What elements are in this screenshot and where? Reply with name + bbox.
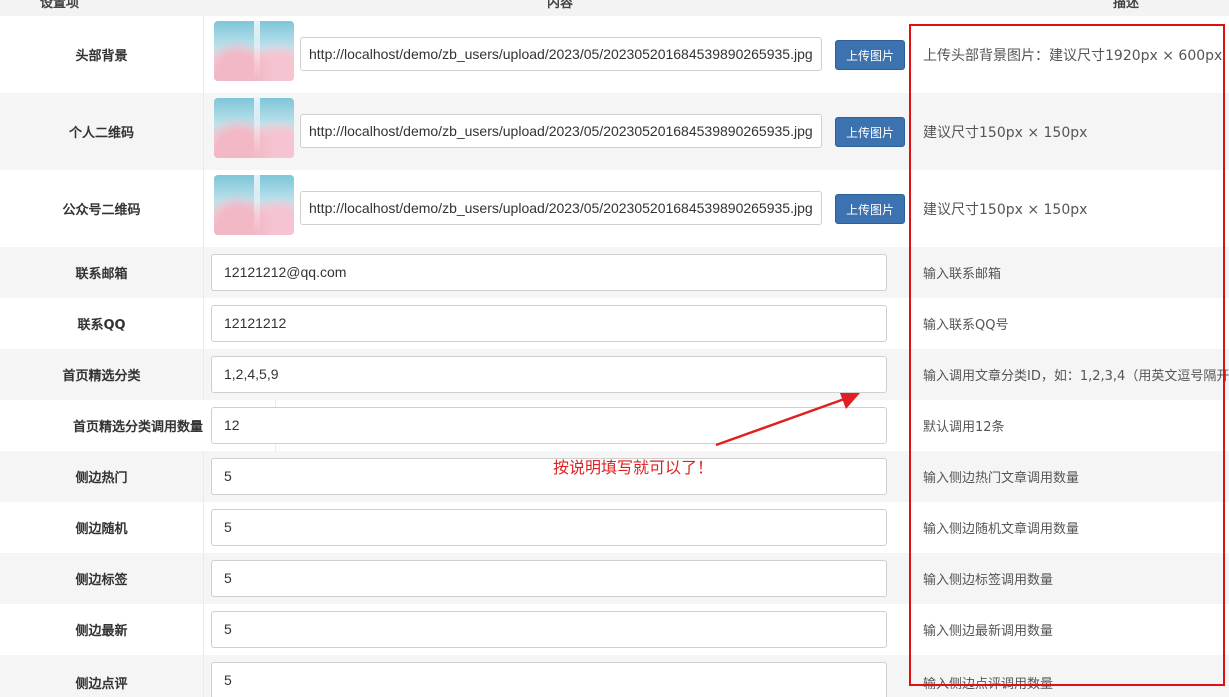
table-header: 设置项 内容 描述 — [0, 0, 1229, 16]
setting-label: 侧边点评 — [0, 655, 204, 697]
sidebar-comments-input[interactable]: 5 — [211, 662, 887, 697]
setting-label: 首页精选分类 — [0, 349, 204, 400]
wechat-qrcode-url-input[interactable]: http://localhost/demo/zb_users/upload/20… — [300, 191, 822, 225]
upload-image-button[interactable]: 上传图片 — [835, 40, 905, 70]
setting-desc: 输入侧边标签调用数量 — [923, 573, 1054, 588]
table-row: 首页精选分类调用数量 12 默认调用12条 — [0, 400, 1229, 451]
sidebar-tags-input[interactable]: 5 — [211, 560, 887, 597]
upload-image-button[interactable]: 上传图片 — [835, 194, 905, 224]
setting-label: 侧边最新 — [0, 604, 204, 655]
image-preview — [214, 98, 294, 158]
table-row: 首页精选分类 1,2,4,5,9 输入调用文章分类ID，如：1,2,3,4（用英… — [0, 349, 1229, 400]
setting-desc: 输入调用文章分类ID，如：1,2,3,4（用英文逗号隔开） — [923, 369, 1229, 384]
setting-label: 个人二维码 — [0, 93, 204, 170]
table-row: 侧边随机 5 输入侧边随机文章调用数量 — [0, 502, 1229, 553]
table-row: 头部背景 http://localhost/demo/zb_users/uplo… — [0, 16, 1229, 93]
setting-desc: 输入侧边最新调用数量 — [923, 624, 1054, 639]
table-row: 公众号二维码 http://localhost/demo/zb_users/up… — [0, 170, 1229, 247]
setting-label: 联系邮箱 — [0, 247, 204, 298]
setting-desc: 输入联系邮箱 — [923, 267, 1002, 282]
setting-label: 侧边随机 — [0, 502, 204, 553]
annotation-arrow-icon — [715, 393, 860, 447]
setting-desc: 建议尺寸150px × 150px — [923, 201, 1088, 218]
upload-image-button[interactable]: 上传图片 — [835, 117, 905, 147]
setting-label: 侧边热门 — [0, 451, 204, 502]
sidebar-random-input[interactable]: 5 — [211, 509, 887, 546]
qq-input[interactable]: 12121212 — [211, 305, 887, 342]
setting-desc: 输入联系QQ号 — [923, 318, 1009, 333]
annotation-text: 按说明填写就可以了！ — [553, 458, 714, 477]
header-content: 内容 — [547, 0, 574, 11]
sidebar-latest-input[interactable]: 5 — [211, 611, 887, 648]
image-preview — [214, 21, 294, 81]
setting-label: 公众号二维码 — [0, 170, 204, 247]
header-bg-url-input[interactable]: http://localhost/demo/zb_users/upload/20… — [300, 37, 822, 71]
table-row: 侧边标签 5 输入侧边标签调用数量 — [0, 553, 1229, 604]
setting-desc: 输入侧边随机文章调用数量 — [923, 522, 1080, 537]
setting-desc: 输入侧边热门文章调用数量 — [923, 471, 1080, 486]
setting-desc: 上传头部背景图片：建议尺寸1920px × 600px — [923, 47, 1223, 64]
setting-desc: 默认调用12条 — [923, 420, 1005, 435]
setting-desc: 输入侧边点评调用数量 — [923, 677, 1054, 692]
setting-desc: 建议尺寸150px × 150px — [923, 124, 1088, 141]
table-row: 侧边点评 5 输入侧边点评调用数量 — [0, 655, 1229, 697]
image-preview — [214, 175, 294, 235]
table-row: 联系QQ 12121212 输入联系QQ号 — [0, 298, 1229, 349]
qrcode-url-input[interactable]: http://localhost/demo/zb_users/upload/20… — [300, 114, 822, 148]
setting-label: 头部背景 — [0, 16, 204, 93]
table-row: 侧边最新 5 输入侧边最新调用数量 — [0, 604, 1229, 655]
sidebar-hot-input[interactable]: 5 — [211, 458, 887, 495]
email-input[interactable]: 12121212@qq.com — [211, 254, 887, 291]
setting-label: 联系QQ — [0, 298, 204, 349]
table-row: 联系邮箱 12121212@qq.com 输入联系邮箱 — [0, 247, 1229, 298]
table-row: 个人二维码 http://localhost/demo/zb_users/upl… — [0, 93, 1229, 170]
header-desc: 描述 — [1113, 0, 1140, 11]
header-name: 设置项 — [40, 0, 80, 11]
setting-label: 侧边标签 — [0, 553, 204, 604]
